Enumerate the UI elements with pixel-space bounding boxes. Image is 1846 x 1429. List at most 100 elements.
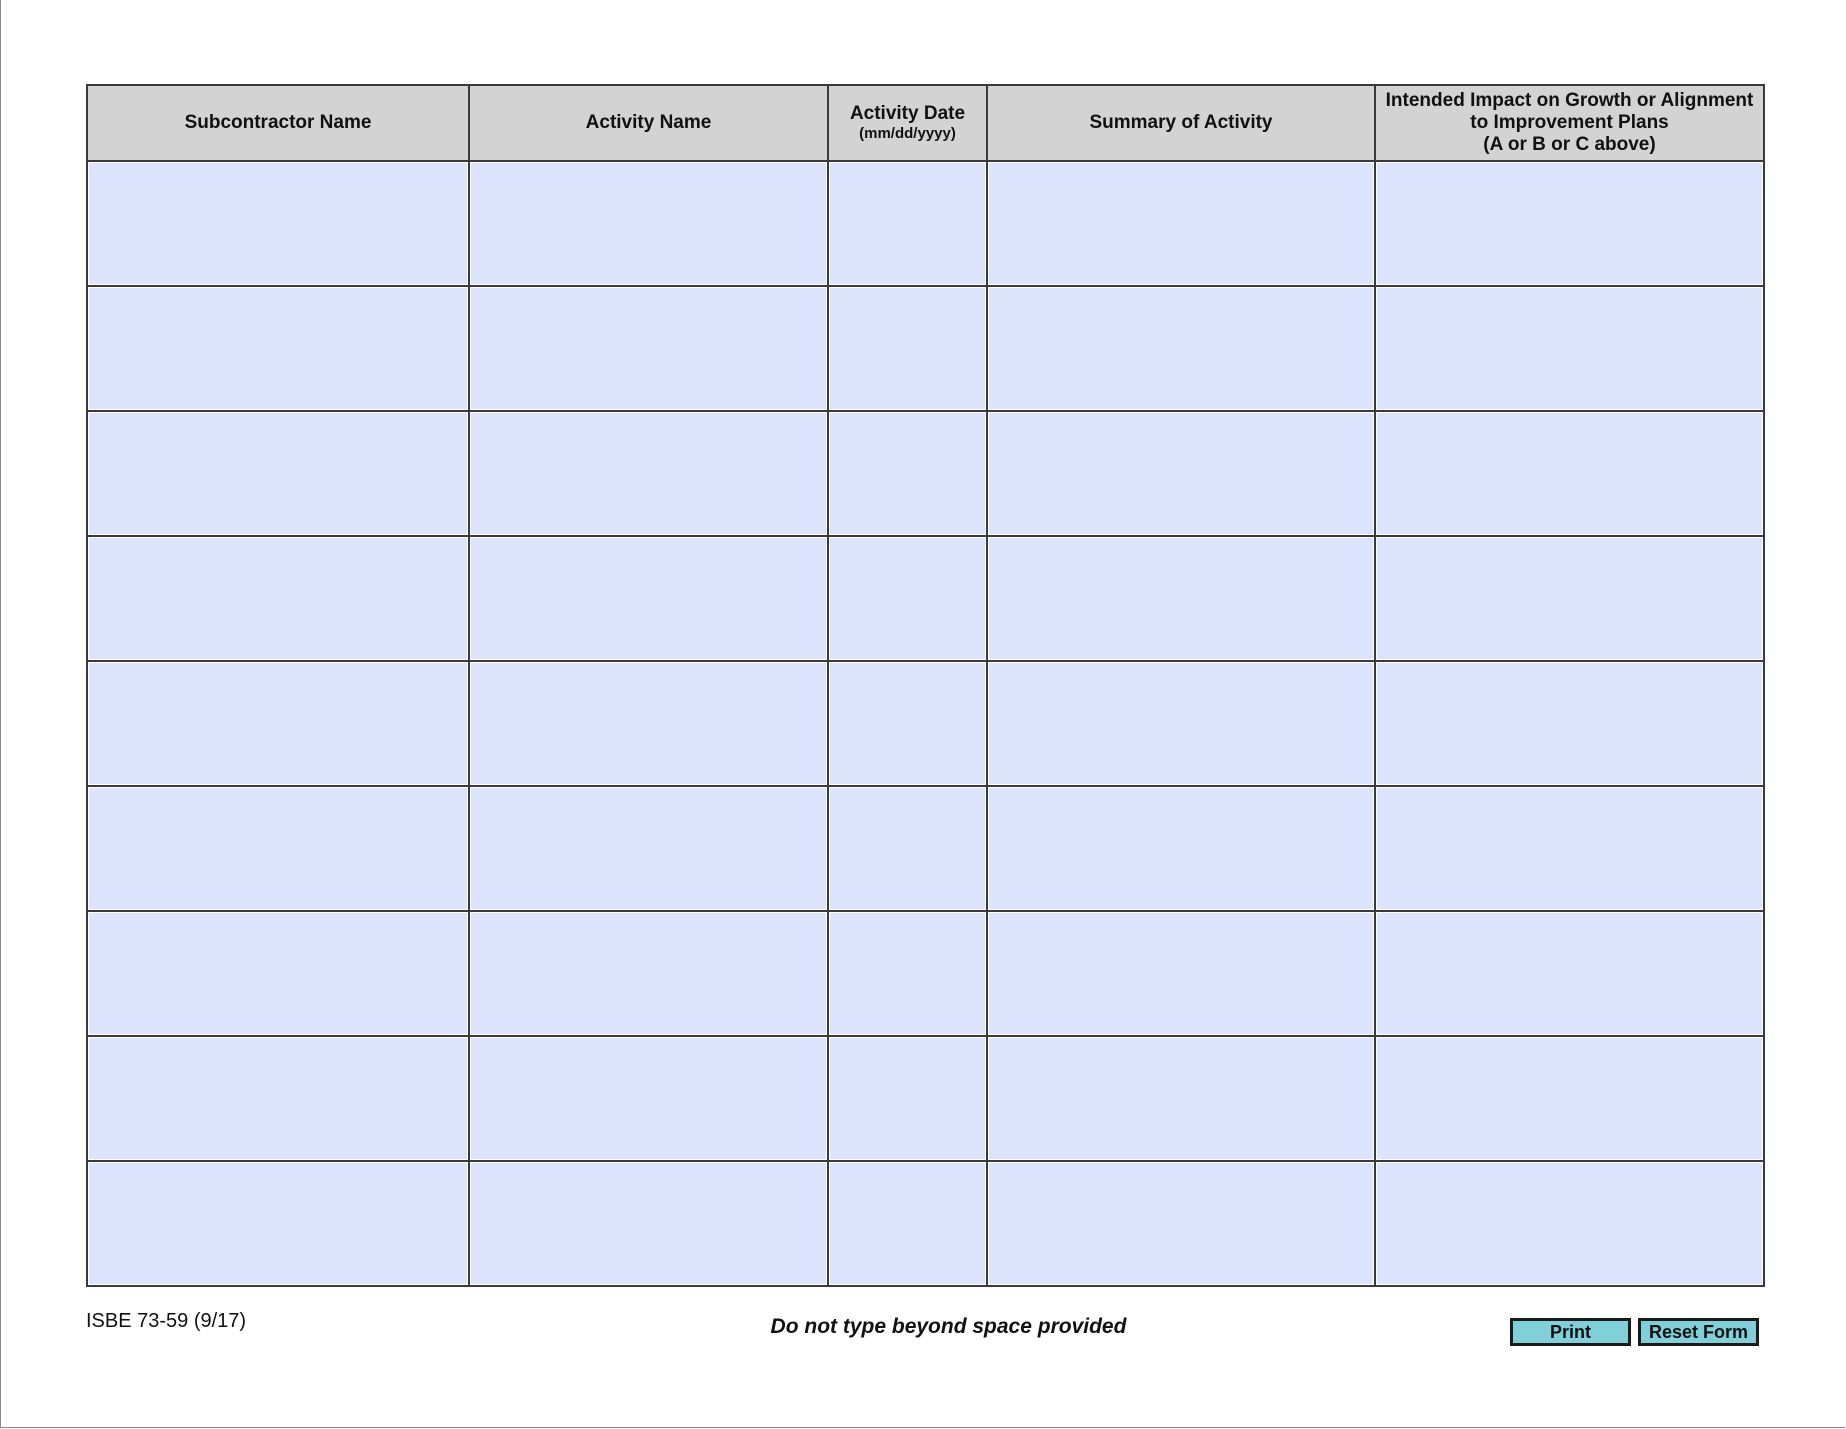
table-row [86,910,1765,1037]
table-cell [986,785,1376,912]
subcontractor-name-field[interactable] [89,413,467,534]
table-cell [86,285,470,412]
activity-name-field[interactable] [471,163,826,284]
print-button[interactable]: Print [1510,1318,1631,1346]
table-cell [1374,285,1765,412]
table-cell [827,785,988,912]
table-cell [468,785,829,912]
activity-date-field[interactable] [830,163,985,284]
summary-field[interactable] [989,1163,1373,1284]
table-cell [1374,1035,1765,1162]
activity-name-field[interactable] [471,913,826,1034]
header-subcontractor-name: Subcontractor Name [86,84,470,162]
table-cell [468,285,829,412]
table-row [86,660,1765,787]
table-cell [1374,535,1765,662]
impact-field[interactable] [1377,288,1762,409]
summary-field[interactable] [989,163,1373,284]
activity-name-field[interactable] [471,288,826,409]
table-cell [468,1035,829,1162]
impact-field[interactable] [1377,913,1762,1034]
space-notice: Do not type beyond space provided [770,1315,1127,1338]
table-cell [827,1035,988,1162]
impact-field[interactable] [1377,538,1762,659]
form-id-label: ISBE 73-59 (9/17) [86,1310,247,1332]
table-cell [1374,910,1765,1037]
subcontractor-name-field[interactable] [89,288,467,409]
subcontractor-name-field[interactable] [89,788,467,909]
impact-field[interactable] [1377,163,1762,284]
activity-date-field[interactable] [830,538,985,659]
summary-field[interactable] [989,788,1373,909]
activity-name-field[interactable] [471,663,826,784]
table-cell [1374,660,1765,787]
table-cell [827,410,988,537]
summary-field[interactable] [989,288,1373,409]
table-cell [86,910,470,1037]
table-cell [86,660,470,787]
activity-name-field[interactable] [471,788,826,909]
impact-field[interactable] [1377,413,1762,534]
table-header-row: Subcontractor Name Activity Name Activit… [86,84,1765,162]
table-cell [986,410,1376,537]
table-cell [86,410,470,537]
table-row [86,535,1765,662]
table-body [86,160,1765,1287]
table-cell [827,660,988,787]
activity-date-field[interactable] [830,913,985,1034]
activity-date-field[interactable] [830,1038,985,1159]
table-cell [1374,1160,1765,1287]
table-cell [986,910,1376,1037]
date-format-hint: (mm/dd/yyyy) [859,125,956,142]
impact-field[interactable] [1377,1163,1762,1284]
table-cell [986,660,1376,787]
summary-field[interactable] [989,913,1373,1034]
table-cell [86,160,470,287]
activity-date-field[interactable] [830,413,985,534]
table-row [86,285,1765,412]
table-cell [986,160,1376,287]
activity-name-field[interactable] [471,1038,826,1159]
subcontractor-name-field[interactable] [89,163,467,284]
subcontractor-name-field[interactable] [89,663,467,784]
summary-field[interactable] [989,413,1373,534]
header-activity-date: Activity Date (mm/dd/yyyy) [827,84,988,162]
table-cell [468,660,829,787]
activity-name-field[interactable] [471,538,826,659]
impact-field[interactable] [1377,788,1762,909]
table-row [86,1160,1765,1287]
subcontractor-name-field[interactable] [89,538,467,659]
table-cell [827,910,988,1037]
subcontractor-name-field[interactable] [89,1163,467,1284]
impact-field[interactable] [1377,663,1762,784]
table-cell [827,285,988,412]
activity-date-field[interactable] [830,788,985,909]
reset-form-button[interactable]: Reset Form [1638,1318,1759,1346]
activity-name-field[interactable] [471,413,826,534]
table-cell [986,1160,1376,1287]
activity-date-field[interactable] [830,1163,985,1284]
activity-date-field[interactable] [830,288,985,409]
table-cell [86,1160,470,1287]
summary-field[interactable] [989,538,1373,659]
table-cell [1374,785,1765,912]
table-cell [468,535,829,662]
activity-date-field[interactable] [830,663,985,784]
header-activity-name: Activity Name [468,84,829,162]
table-cell [86,1035,470,1162]
table-cell [468,160,829,287]
table-cell [468,410,829,537]
table-row [86,160,1765,287]
table-cell [986,285,1376,412]
table-cell [1374,160,1765,287]
subcontractor-name-field[interactable] [89,913,467,1034]
header-summary-of-activity: Summary of Activity [986,84,1376,162]
impact-field[interactable] [1377,1038,1762,1159]
table-cell [86,535,470,662]
summary-field[interactable] [989,1038,1373,1159]
table-cell [1374,410,1765,537]
activity-name-field[interactable] [471,1163,826,1284]
summary-field[interactable] [989,663,1373,784]
table-cell [468,910,829,1037]
subcontractor-name-field[interactable] [89,1038,467,1159]
